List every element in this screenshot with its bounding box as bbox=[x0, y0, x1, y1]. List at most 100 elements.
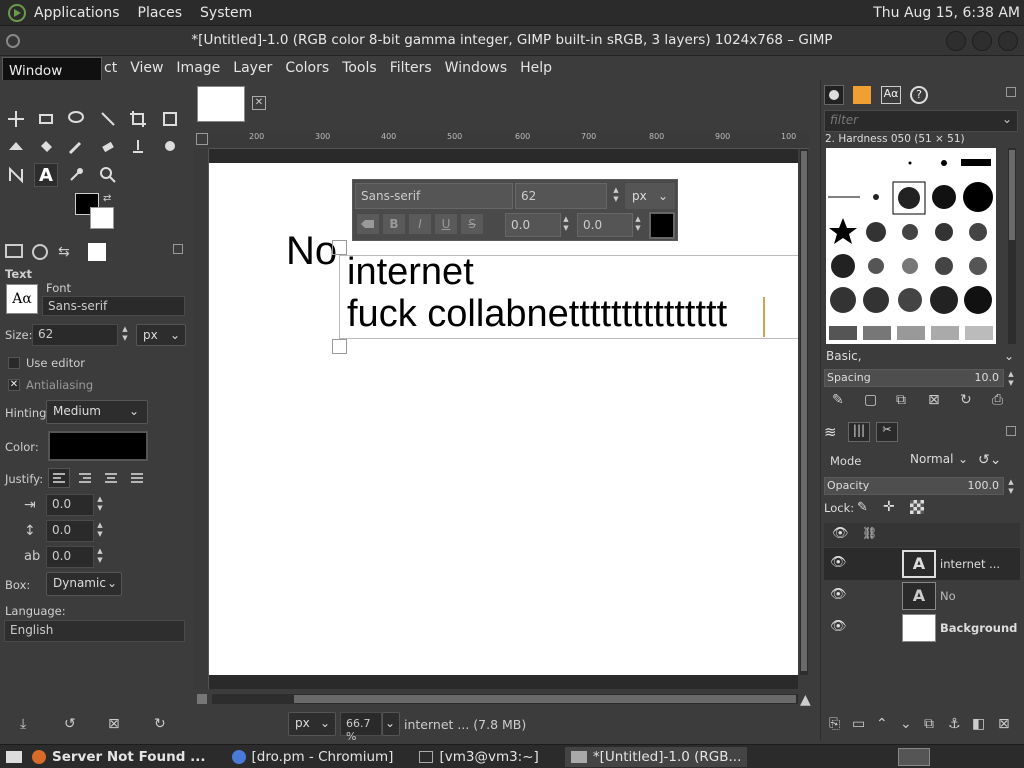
move-tool-icon[interactable] bbox=[4, 107, 28, 131]
size-stepper[interactable]: ▲ ▼ bbox=[120, 325, 130, 343]
brush-grid[interactable] bbox=[826, 148, 996, 344]
brush-preset-select[interactable]: Basic, ⌄ bbox=[824, 348, 1018, 368]
window-title-bar[interactable]: *[Untitled]-1.0 (RGB color 8-bit gamma i… bbox=[0, 26, 1024, 56]
images-tab-icon[interactable] bbox=[88, 243, 106, 261]
taskbar-item-terminal[interactable]: [vm3@vm3:~] bbox=[419, 749, 539, 765]
menu-applications[interactable]: Applications bbox=[34, 5, 120, 21]
brushes-tab-icon[interactable] bbox=[824, 85, 844, 105]
new-brush-icon[interactable]: ▢ bbox=[864, 392, 877, 408]
lower-layer-icon[interactable]: ⌄ bbox=[900, 716, 912, 732]
otb-size-entry[interactable]: 62 bbox=[515, 183, 607, 209]
horizontal-scrollbar[interactable] bbox=[212, 694, 798, 704]
size-unit-select[interactable]: px ⌄ bbox=[136, 324, 186, 346]
otb-unit-select[interactable]: px ⌄ bbox=[625, 183, 675, 209]
brush-filter-dropdown-icon[interactable]: ⌄ bbox=[1002, 112, 1012, 126]
layer-row[interactable]: 👁 Background bbox=[824, 612, 1020, 644]
fuzzy-select-tool-icon[interactable] bbox=[96, 107, 120, 131]
vertical-ruler[interactable] bbox=[194, 149, 209, 689]
unified-transform-tool-icon[interactable] bbox=[158, 107, 182, 131]
indent-stepper[interactable]: ▲ ▼ bbox=[95, 495, 105, 513]
maximize-button[interactable] bbox=[972, 31, 992, 51]
menu-places[interactable]: Places bbox=[138, 5, 183, 21]
paintbrush-tool-icon[interactable] bbox=[64, 135, 88, 159]
vertical-scrollbar[interactable] bbox=[800, 149, 808, 675]
reset-options-icon[interactable]: ↻ bbox=[154, 716, 166, 732]
layer-visibility-icon[interactable]: 👁 bbox=[830, 587, 847, 602]
taskbar-item-firefox[interactable]: Server Not Found ... bbox=[32, 749, 206, 765]
status-unit-select[interactable]: px ⌄ bbox=[288, 712, 336, 736]
lock-alpha-icon[interactable] bbox=[910, 500, 924, 514]
minimize-button[interactable] bbox=[946, 31, 966, 51]
hinting-select[interactable]: Medium ⌄ bbox=[46, 400, 148, 424]
otb-baseline-entry[interactable]: 0.0 bbox=[505, 213, 561, 237]
taskbar-item-chromium[interactable]: [dro.pm - Chromium] bbox=[231, 749, 393, 765]
show-desktop-icon[interactable] bbox=[6, 750, 22, 763]
otb-strikethrough-icon[interactable]: S bbox=[461, 214, 483, 234]
letter-spacing-entry[interactable]: 0.0 bbox=[46, 546, 94, 568]
smudge-tool-icon[interactable] bbox=[158, 135, 182, 159]
edit-brush-icon[interactable]: ✎ bbox=[832, 392, 844, 408]
layer-visibility-icon[interactable]: 👁 bbox=[830, 619, 847, 634]
menu-system[interactable]: System bbox=[200, 5, 252, 21]
otb-underline-icon[interactable]: U bbox=[435, 214, 457, 234]
menu-filters[interactable]: Filters bbox=[390, 60, 432, 76]
patterns-tab-icon[interactable] bbox=[853, 86, 871, 104]
layer-mask-icon[interactable]: ◧ bbox=[972, 716, 985, 732]
mode-reset-icon[interactable]: ↺⌄ bbox=[978, 452, 1001, 468]
zoom-tool-icon[interactable] bbox=[96, 163, 120, 187]
paths-tab-icon[interactable]: ✂ bbox=[876, 422, 898, 442]
justify-center-icon[interactable] bbox=[100, 468, 122, 488]
color-picker-tool-icon[interactable] bbox=[64, 163, 88, 187]
layer-name[interactable]: Background bbox=[940, 621, 1017, 635]
size-entry[interactable]: 62 bbox=[32, 324, 118, 346]
menu-tools[interactable]: Tools bbox=[342, 60, 377, 76]
image-tab-thumbnail[interactable] bbox=[197, 86, 245, 122]
layers-panel-menu-icon[interactable] bbox=[1006, 426, 1016, 436]
menu-windows[interactable]: Windows bbox=[445, 60, 508, 76]
menu-colors[interactable]: Colors bbox=[285, 60, 329, 76]
line-spacing-entry[interactable]: 0.0 bbox=[46, 520, 94, 542]
text-box-handle-bottom-left[interactable] bbox=[332, 339, 347, 354]
antialiasing-checkbox[interactable]: ✕ bbox=[8, 379, 20, 391]
tool-options-tab-icon[interactable] bbox=[5, 244, 23, 258]
layer-visibility-icon[interactable]: 👁 bbox=[830, 555, 847, 570]
close-button[interactable] bbox=[998, 31, 1018, 51]
otb-bold-icon[interactable]: B bbox=[383, 214, 405, 234]
otb-italic-icon[interactable]: I bbox=[409, 214, 431, 234]
line-spacing-stepper[interactable]: ▲ ▼ bbox=[95, 521, 105, 539]
layer-name[interactable]: internet ... bbox=[940, 557, 1000, 571]
delete-options-icon[interactable]: ⊠ bbox=[108, 716, 120, 732]
otb-baseline-stepper[interactable]: ▲ ▼ bbox=[561, 215, 571, 233]
channels-tab-icon[interactable]: ||| bbox=[848, 422, 870, 442]
close-tab-icon[interactable]: ✕ bbox=[252, 96, 266, 110]
font-entry[interactable]: Sans-serif bbox=[42, 296, 185, 316]
spacing-slider[interactable]: Spacing 10.0 bbox=[824, 369, 1004, 387]
text-layer-line1[interactable]: internet bbox=[347, 251, 474, 294]
delete-layer-icon[interactable]: ⊠ bbox=[998, 716, 1010, 732]
zoom-select[interactable]: ⌄ bbox=[382, 712, 400, 736]
lasso-tool-icon[interactable] bbox=[64, 107, 88, 131]
otb-kerning-stepper[interactable]: ▲ ▼ bbox=[633, 215, 643, 233]
device-status-tab-icon[interactable] bbox=[32, 244, 48, 260]
layer-mode-select[interactable]: Normal ⌄ bbox=[904, 449, 970, 473]
justify-left-icon[interactable] bbox=[48, 468, 70, 488]
zoom-entry[interactable]: 66.7 % bbox=[340, 712, 382, 743]
gnome-foot-icon[interactable] bbox=[8, 3, 26, 22]
horizontal-ruler[interactable]: 200 300 400 500 600 700 800 900 100 bbox=[209, 131, 809, 149]
brushes-panel-menu-icon[interactable] bbox=[1006, 87, 1016, 97]
quick-mask-corner[interactable] bbox=[196, 133, 208, 145]
layer-row[interactable]: 👁 A No bbox=[824, 580, 1020, 612]
panel-menu-icon[interactable] bbox=[173, 244, 183, 254]
menu-view[interactable]: View bbox=[130, 60, 163, 76]
duplicate-brush-icon[interactable]: ⧉ bbox=[896, 392, 906, 408]
delete-brush-icon[interactable]: ⊠ bbox=[928, 392, 940, 408]
navigate-icon[interactable]: ▲ bbox=[800, 692, 814, 708]
language-entry[interactable]: English bbox=[4, 620, 185, 642]
crop-tool-icon[interactable] bbox=[126, 107, 150, 131]
letter-spacing-stepper[interactable]: ▲ ▼ bbox=[95, 547, 105, 565]
background-color-swatch[interactable] bbox=[90, 207, 114, 229]
spacing-stepper[interactable]: ▲ ▼ bbox=[1006, 370, 1016, 388]
duplicate-layer-icon[interactable]: ⧉ bbox=[924, 716, 934, 732]
warp-tool-icon[interactable] bbox=[4, 135, 28, 159]
swap-colors-icon[interactable]: ⇄ bbox=[103, 193, 111, 204]
